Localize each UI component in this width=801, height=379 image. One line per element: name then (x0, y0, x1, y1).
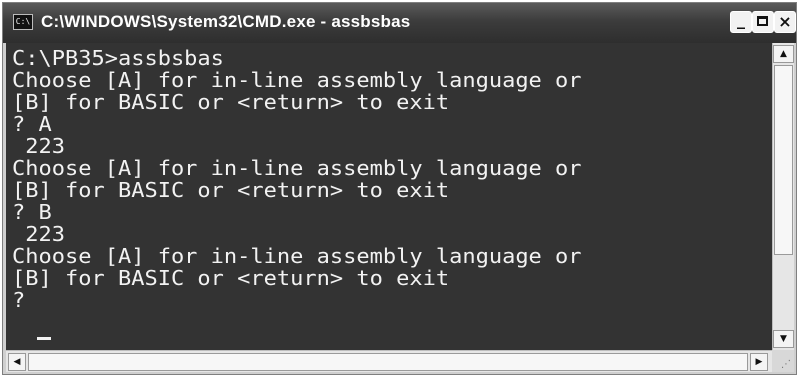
console-line: Choose [A] for in-line assembly language… (12, 156, 582, 180)
console-line: [B] for BASIC or <return> to exit (12, 178, 450, 202)
vertical-scroll-thumb[interactable] (774, 65, 793, 255)
horizontal-scroll-thumb[interactable] (28, 353, 748, 371)
cmd-window: C:\ C:\WINDOWS\System32\CMD.exe - assbsb… (2, 2, 797, 375)
scroll-right-button[interactable]: ▶ (750, 353, 768, 371)
text-cursor (37, 337, 51, 340)
scroll-down-button[interactable]: ▼ (773, 330, 794, 348)
maximize-icon (757, 16, 768, 26)
console-prompt: ? (12, 288, 39, 312)
cmd-icon[interactable]: C:\ (13, 14, 33, 30)
console-line: [B] for BASIC or <return> to exit (12, 90, 450, 114)
scroll-left-button[interactable]: ◀ (8, 353, 26, 371)
console-line: C:\PB35>assbsbas (12, 46, 224, 70)
resize-grip-icon: ⋰ (781, 359, 791, 370)
close-button[interactable]: × (774, 11, 796, 33)
vertical-scrollbar[interactable]: ▲ ▼ (772, 43, 794, 350)
console-output[interactable]: C:\PB35>assbsbas Choose [A] for in-line … (6, 43, 772, 350)
console-line: Choose [A] for in-line assembly language… (12, 68, 582, 92)
console-line: [B] for BASIC or <return> to exit (12, 266, 450, 290)
title-bar[interactable]: C:\ C:\WINDOWS\System32\CMD.exe - assbsb… (3, 3, 796, 43)
scroll-up-button[interactable]: ▲ (773, 45, 794, 63)
window-title: C:\WINDOWS\System32\CMD.exe - assbsbas (41, 12, 411, 31)
console-line: ? A (12, 112, 52, 136)
resize-grip[interactable]: ⋰ (772, 350, 794, 372)
console-line: 223 (12, 222, 65, 246)
console-line: Choose [A] for in-line assembly language… (12, 244, 582, 268)
maximize-button[interactable] (752, 11, 774, 33)
horizontal-scrollbar[interactable]: ◀ ▶ (6, 350, 772, 372)
minimize-button[interactable]: _ (730, 11, 752, 33)
console-line: ? B (12, 200, 52, 224)
console-line: 223 (12, 134, 65, 158)
